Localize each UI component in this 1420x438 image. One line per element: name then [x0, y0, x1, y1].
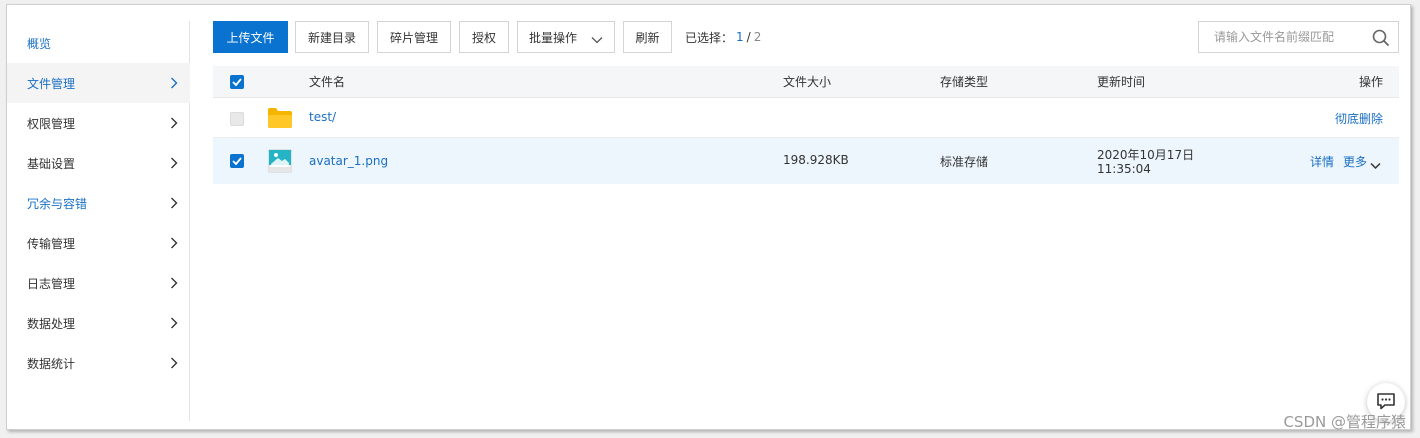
chevron-right-icon — [170, 277, 178, 289]
column-header-size[interactable]: 文件大小 — [783, 66, 831, 98]
select-all-checkbox[interactable] — [230, 75, 244, 89]
sidebar-item-label: 基础设置 — [27, 156, 76, 171]
refresh-button[interactable]: 刷新 — [623, 21, 672, 53]
details-link[interactable]: 详情 — [1310, 153, 1334, 170]
column-header-updated[interactable]: 更新时间 — [1097, 66, 1145, 98]
chevron-right-icon — [170, 157, 178, 169]
fragment-management-button[interactable]: 碎片管理 — [377, 21, 451, 53]
file-size: 198.928KB — [783, 153, 849, 167]
selection-separator: / — [746, 30, 751, 44]
selected-count: 1 — [736, 30, 744, 44]
chevron-down-icon — [1370, 159, 1381, 169]
file-name-link[interactable]: avatar_1.png — [309, 154, 388, 168]
search-icon[interactable] — [1372, 29, 1390, 47]
image-file-icon — [268, 149, 292, 173]
sidebar-item-label: 概览 — [27, 36, 52, 51]
column-header-actions: 操作 — [1358, 75, 1383, 89]
sidebar-item-data-statistics[interactable]: 数据统计 — [7, 343, 190, 383]
column-header-storage[interactable]: 存储类型 — [940, 66, 988, 98]
sidebar-item-logs[interactable]: 日志管理 — [7, 263, 190, 303]
table-header: 文件名 文件大小 存储类型 更新时间 操作 — [213, 66, 1399, 98]
chevron-right-icon — [170, 317, 178, 329]
sidebar-item-label: 冗余与容错 — [27, 196, 88, 211]
total-count: 2 — [753, 30, 762, 44]
sidebar-item-basic-settings[interactable]: 基础设置 — [7, 143, 190, 183]
chevron-right-icon — [170, 117, 178, 129]
sidebar-item-label: 传输管理 — [27, 236, 76, 251]
table-row: avatar_1.png 198.928KB 标准存储 2020年10月17日 … — [213, 138, 1399, 184]
sidebar-item-redundancy[interactable]: 冗余与容错 — [7, 183, 190, 223]
search-input[interactable] — [1199, 22, 1359, 52]
app-window: 概览 文件管理 权限管理 基础设置 冗余与容错 传输管理 日志管理 数据处理 数… — [6, 4, 1411, 430]
updated-time: 11:35:04 — [1097, 162, 1151, 176]
updated-date: 2020年10月17日 — [1097, 148, 1195, 162]
sidebar-item-label: 文件管理 — [27, 76, 76, 91]
table-row: test/ 彻底删除 — [213, 98, 1399, 138]
sidebar: 概览 文件管理 权限管理 基础设置 冗余与容错 传输管理 日志管理 数据处理 数… — [7, 21, 190, 421]
folder-icon — [267, 107, 293, 129]
row-checkbox[interactable] — [230, 154, 244, 168]
sidebar-item-label: 数据统计 — [27, 356, 76, 371]
watermark-text: CSDN @管程序猿 — [1283, 413, 1406, 431]
upload-file-button[interactable]: 上传文件 — [213, 21, 288, 53]
row-checkbox — [230, 112, 244, 126]
authorize-button[interactable]: 授权 — [459, 21, 509, 53]
sidebar-item-label: 数据处理 — [27, 316, 76, 331]
chevron-down-icon — [591, 33, 603, 44]
selection-counter: 已选择： 1 / 2 — [685, 21, 761, 53]
sidebar-item-overview[interactable]: 概览 — [7, 23, 190, 63]
chevron-right-icon — [170, 197, 178, 209]
batch-operations-dropdown[interactable]: 批量操作 — [517, 21, 615, 53]
more-label: 更多 — [1343, 155, 1368, 169]
new-directory-button[interactable]: 新建目录 — [295, 21, 369, 53]
chevron-right-icon — [170, 237, 178, 249]
chevron-right-icon — [170, 77, 178, 89]
storage-type: 标准存储 — [940, 155, 989, 169]
sidebar-item-transfer[interactable]: 传输管理 — [7, 223, 190, 263]
sidebar-item-file-management[interactable]: 文件管理 — [7, 63, 190, 103]
file-name-link[interactable]: test/ — [309, 110, 336, 124]
batch-operations-label: 批量操作 — [528, 30, 577, 45]
search-box — [1198, 21, 1399, 53]
sidebar-item-permissions[interactable]: 权限管理 — [7, 103, 190, 143]
chevron-right-icon — [170, 357, 178, 369]
sidebar-item-label: 权限管理 — [27, 116, 76, 131]
sidebar-item-label: 日志管理 — [27, 276, 76, 291]
sidebar-item-data-processing[interactable]: 数据处理 — [7, 303, 190, 343]
permanent-delete-link[interactable]: 彻底删除 — [1335, 110, 1383, 127]
column-header-name[interactable]: 文件名 — [309, 66, 345, 98]
more-dropdown[interactable]: 更多 — [1343, 153, 1381, 170]
selection-label: 已选择： — [685, 30, 734, 45]
